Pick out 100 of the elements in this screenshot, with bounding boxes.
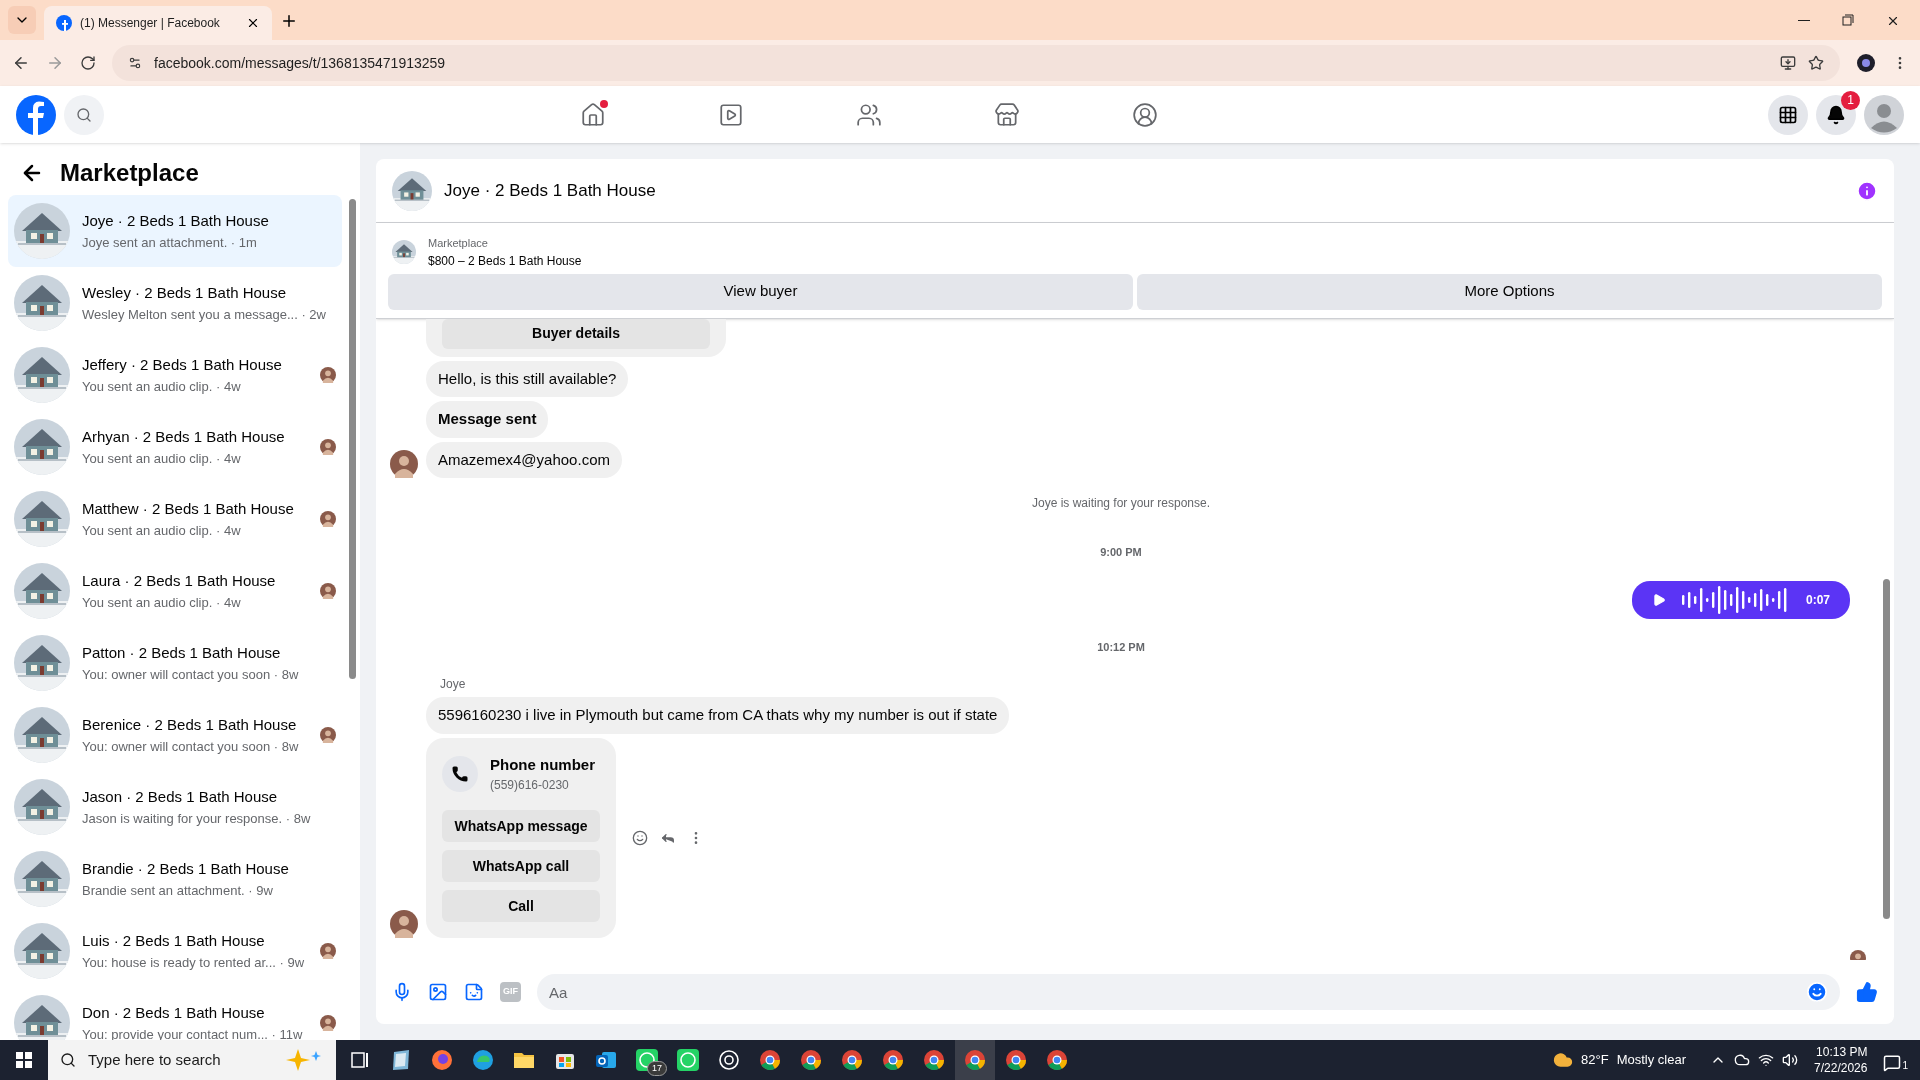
message-bubble: 5596160230 i live in Plymouth but came from CA thats why my number is out if state (426, 697, 1010, 734)
facebook-logo-icon[interactable] (16, 94, 56, 135)
edge-icon[interactable] (471, 1048, 495, 1072)
listing-label: Marketplace (428, 236, 489, 251)
friends-icon[interactable] (856, 101, 882, 128)
address-bar[interactable]: facebook.com/messages/t/1368135471913259 (112, 45, 1840, 81)
conversation-title: Brandie · 2 Beds 1 Bath House (82, 859, 290, 879)
weather-icon (1553, 1050, 1574, 1070)
conversation-item[interactable]: Arhyan · 2 Beds 1 Bath House You sent an audio clip. · 4w (8, 411, 342, 483)
sidebar-title: Marketplace (60, 158, 199, 188)
contact-action-button[interactable]: Call (442, 890, 600, 922)
bell-icon[interactable] (1826, 104, 1846, 125)
emoji-icon[interactable] (1806, 981, 1828, 1003)
notification-center-button[interactable]: 1 (1883, 1048, 1908, 1072)
chrome-icon[interactable] (1045, 1048, 1069, 1072)
reload-icon[interactable] (80, 55, 96, 71)
play-icon[interactable] (1652, 592, 1666, 607)
close-icon[interactable] (246, 16, 260, 30)
restore-icon[interactable] (1842, 14, 1854, 26)
conversation-item[interactable]: Wesley · 2 Beds 1 Bath House Wesley Melton sent you a message... · 2w (8, 267, 342, 339)
wifi-icon[interactable] (1758, 1052, 1775, 1068)
bookmark-icon[interactable] (1808, 55, 1824, 71)
conversation-item[interactable]: Laura · 2 Beds 1 Bath House You sent an audio clip. · 4w (8, 555, 342, 627)
chrome-icon[interactable] (840, 1048, 864, 1072)
taskbar-app[interactable]: 17 (627, 1040, 667, 1080)
listing-title: $800 – 2 Beds 1 Bath House (428, 252, 582, 270)
groups-icon[interactable] (1132, 101, 1158, 128)
browser-tab[interactable]: (1) Messenger | Facebook (44, 6, 272, 40)
video-icon[interactable] (718, 101, 744, 128)
conversation-item[interactable]: Joye · 2 Beds 1 Bath House Joye sent an attachment. · 1m (8, 195, 342, 267)
task-view-icon[interactable] (349, 1049, 371, 1071)
listing-action-button[interactable]: More Options (1137, 273, 1882, 310)
chrome-icon[interactable] (922, 1048, 946, 1072)
conversation-item[interactable]: Luis · 2 Beds 1 Bath House You: house is ready to rented ar... · 9w (8, 915, 342, 987)
conversation-preview: You: house is ready to rented ar... · 9w (82, 953, 306, 972)
audio-duration: 0:07 (1806, 591, 1830, 609)
menu-button[interactable] (1768, 94, 1808, 135)
conversation-preview: Brandie sent an attachment. · 9w (82, 881, 274, 900)
contact-action-button[interactable]: WhatsApp message (442, 810, 600, 842)
cloud-icon[interactable] (1734, 1052, 1751, 1068)
sticker-icon[interactable] (464, 982, 484, 1002)
phone-number: (559)616-0230 (490, 777, 570, 794)
back-icon[interactable] (12, 54, 30, 72)
chrome-icon[interactable] (799, 1048, 823, 1072)
phone-icon (442, 755, 478, 792)
apps-grid-icon[interactable] (1778, 104, 1798, 125)
chrome-icon[interactable] (1004, 1048, 1028, 1072)
conversation-preview: Jason is waiting for your response. · 8w (82, 809, 312, 828)
scrollbar[interactable] (1883, 578, 1890, 919)
microphone-icon[interactable] (392, 982, 412, 1002)
react-icon[interactable] (632, 829, 648, 846)
message-input[interactable]: Aa (537, 974, 1840, 1010)
timestamp: 10:12 PM (1097, 639, 1145, 655)
info-icon[interactable] (1856, 179, 1878, 202)
search-button[interactable] (64, 94, 104, 135)
status-text: Joye is waiting for your response. (1031, 495, 1211, 512)
volume-icon[interactable] (1782, 1052, 1799, 1068)
contact-action-button[interactable]: WhatsApp call (442, 850, 600, 882)
message-bubble: Hello, is this still available? (426, 360, 629, 397)
notification-icon[interactable] (1883, 1054, 1902, 1072)
site-settings-icon[interactable] (128, 56, 142, 70)
notification-badge: 1 (1841, 90, 1860, 110)
new-tab-icon[interactable] (280, 12, 298, 30)
install-icon[interactable] (1780, 55, 1796, 71)
message-bubble: Message sent (426, 401, 549, 438)
weather-text: Mostly clear (1616, 1051, 1687, 1070)
chrome-icon[interactable] (758, 1048, 782, 1072)
conversation-preview: You sent an audio clip. · 4w (82, 449, 242, 468)
conversation-item[interactable]: Jeffery · 2 Beds 1 Bath House You sent an audio clip. · 4w (8, 339, 342, 411)
conversation-item[interactable]: Brandie · 2 Beds 1 Bath House Brandie sent an attachment. · 9w (8, 843, 342, 915)
profile-icon[interactable] (1856, 53, 1876, 73)
audio-message[interactable]: 0:07 (1632, 580, 1850, 619)
firefox-icon[interactable] (430, 1048, 454, 1072)
conversation-item[interactable]: Patton · 2 Beds 1 Bath House You: owner will contact you soon · 8w (8, 627, 342, 699)
scrollbar[interactable] (349, 199, 356, 679)
photo-icon[interactable] (428, 982, 448, 1002)
conversation-title: Jeffery · 2 Beds 1 Bath House (82, 355, 283, 375)
conversation-item[interactable]: Berenice · 2 Beds 1 Bath House You: owner will contact you soon · 8w (8, 699, 342, 771)
search-icon[interactable] (60, 1052, 76, 1068)
conversation-title: Laura · 2 Beds 1 Bath House (82, 571, 277, 591)
conversation-title: Joye · 2 Beds 1 Bath House (82, 211, 270, 231)
conversation-item[interactable]: Matthew · 2 Beds 1 Bath House You sent an audio clip. · 4w (8, 483, 342, 555)
conversation-preview: Joye sent an attachment. · 1m (82, 233, 258, 252)
tab-list-button[interactable] (8, 6, 36, 34)
chrome-icon[interactable] (963, 1048, 987, 1072)
buyer-details-button[interactable]: Buyer details (442, 318, 710, 349)
conversation-title: Arhyan · 2 Beds 1 Bath House (82, 427, 286, 447)
close-icon[interactable] (1886, 14, 1900, 28)
home-icon[interactable] (580, 101, 606, 128)
account-avatar-icon[interactable] (1864, 94, 1904, 135)
listing-action-button[interactable]: View buyer (388, 273, 1133, 310)
conversation-item[interactable]: Jason · 2 Beds 1 Bath House Jason is waiting for your response. · 8w (8, 771, 342, 843)
taskbar-search[interactable]: Type here to search (48, 1040, 336, 1080)
store-icon[interactable] (994, 101, 1020, 128)
conversation-title: Jason · 2 Beds 1 Bath House (82, 787, 279, 807)
tab-title: (1) Messenger | Facebook (80, 15, 221, 32)
chat-bubble-icon[interactable] (676, 1048, 700, 1072)
temperature: 82°F (1581, 1051, 1609, 1070)
chrome-icon[interactable] (881, 1048, 905, 1072)
like-icon[interactable] (1856, 981, 1878, 1003)
